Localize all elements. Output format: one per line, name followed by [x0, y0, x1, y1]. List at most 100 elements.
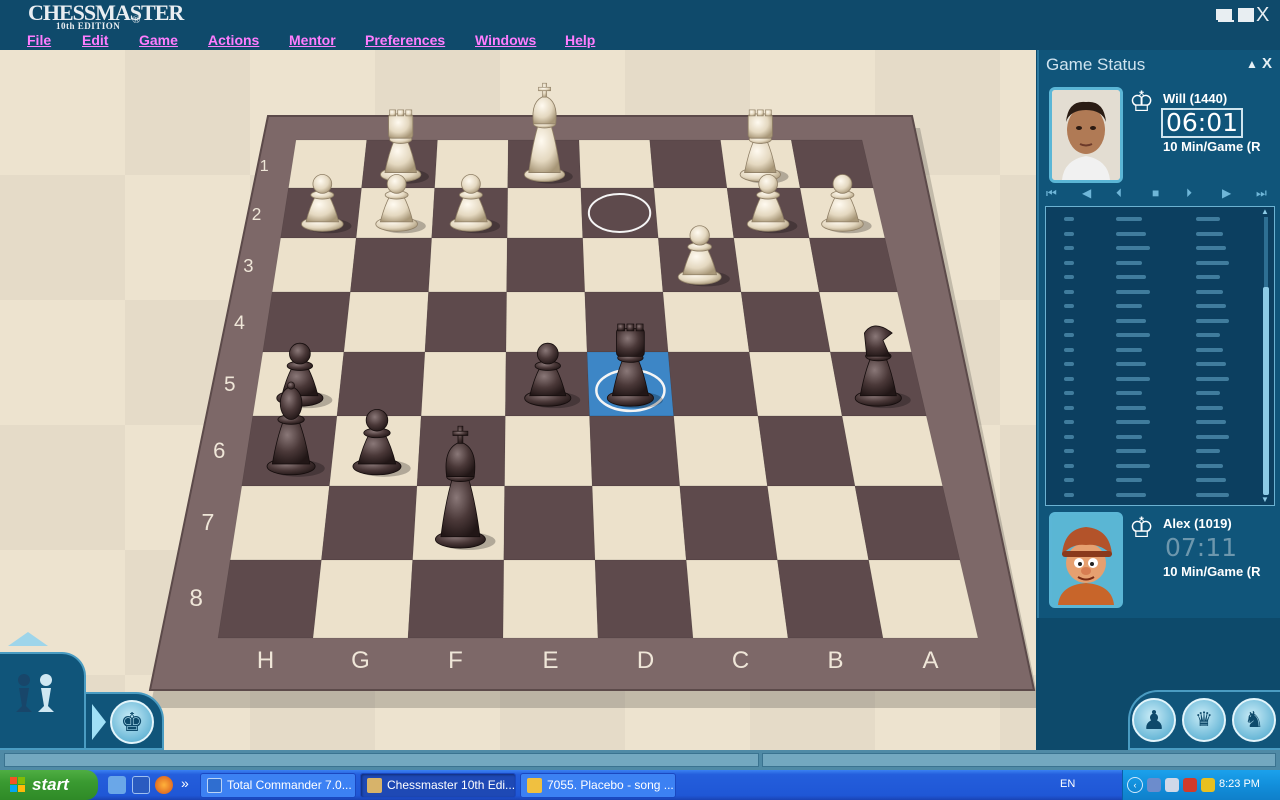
board-square[interactable]	[312, 559, 413, 639]
menu-game[interactable]: Game	[139, 32, 178, 48]
move-row[interactable]	[1046, 460, 1256, 472]
volume-tray-icon[interactable]	[1165, 778, 1179, 792]
move-row[interactable]	[1046, 286, 1256, 298]
board-square[interactable]	[580, 187, 659, 239]
move-row[interactable]	[1046, 242, 1256, 254]
board-square[interactable]	[262, 291, 351, 353]
board-square[interactable]	[685, 559, 789, 639]
step-back-icon[interactable]: ⏴	[1116, 186, 1122, 201]
board-square[interactable]	[420, 351, 507, 417]
pawn-button[interactable]: ♟	[1132, 698, 1176, 742]
menu-mentor[interactable]: Mentor	[289, 32, 336, 48]
menu-windows[interactable]: Windows	[475, 32, 536, 48]
move-row[interactable]	[1046, 344, 1256, 356]
board-square[interactable]	[336, 351, 426, 417]
board-square[interactable]	[767, 485, 869, 561]
board-square[interactable]	[217, 559, 322, 639]
task-total-commander[interactable]: Total Commander 7.0...	[200, 773, 356, 798]
firefox-quicklaunch-icon[interactable]	[155, 776, 173, 794]
menu-actions[interactable]: Actions	[208, 32, 259, 48]
move-row[interactable]	[1046, 271, 1256, 283]
more-quicklaunch-icon[interactable]: »	[181, 775, 189, 791]
board-square[interactable]	[321, 485, 418, 561]
move-row[interactable]	[1046, 257, 1256, 269]
move-row[interactable]	[1046, 358, 1256, 370]
first-move-icon[interactable]: ⏮	[1046, 186, 1057, 201]
step-forward-icon[interactable]: ⏵	[1186, 186, 1192, 201]
network-tray-icon[interactable]	[1147, 778, 1161, 792]
move-row[interactable]	[1046, 474, 1256, 486]
board-square[interactable]	[506, 237, 586, 293]
board-square[interactable]	[428, 237, 508, 293]
scroll-thumb[interactable]	[1263, 287, 1269, 495]
move-row[interactable]	[1046, 402, 1256, 414]
board-square[interactable]	[854, 485, 961, 561]
scroll-down-icon[interactable]: ▼	[1261, 495, 1269, 504]
chess-board[interactable]: 1 2 3 4 5 6 7 8 H G F E D C B A	[0, 50, 1036, 750]
board-square[interactable]	[503, 485, 596, 561]
board-square[interactable]	[343, 291, 429, 353]
move-list[interactable]: ▲ ▼	[1045, 206, 1275, 506]
board-square[interactable]	[790, 139, 874, 189]
menu-edit[interactable]: Edit	[82, 32, 108, 48]
tray-expand-icon[interactable]: ‹	[1127, 777, 1143, 793]
expand-arrow-icon[interactable]	[92, 704, 106, 740]
pieces-button[interactable]: ♞	[1232, 698, 1276, 742]
minimize-button[interactable]	[1216, 8, 1234, 22]
board-square[interactable]	[733, 237, 820, 293]
last-move-icon[interactable]: ⏭	[1256, 186, 1267, 201]
king-mode-button[interactable]: ♚	[110, 700, 154, 744]
move-row[interactable]	[1046, 431, 1256, 443]
board-square[interactable]	[504, 415, 593, 487]
back-move-icon[interactable]: ◀	[1082, 186, 1091, 200]
board-view-button[interactable]: ♛	[1182, 698, 1226, 742]
move-row[interactable]	[1046, 445, 1256, 457]
board-square[interactable]	[589, 415, 681, 487]
board-square[interactable]	[594, 559, 694, 639]
move-row[interactable]	[1046, 416, 1256, 428]
board-square[interactable]	[229, 485, 330, 561]
close-panel-button[interactable]: X	[1262, 55, 1272, 72]
ie-quicklaunch-icon[interactable]	[108, 776, 126, 794]
move-list-scrollbar[interactable]: ▲ ▼	[1258, 207, 1274, 505]
board-square[interactable]	[740, 291, 831, 353]
close-window-button[interactable]: X	[1256, 4, 1269, 27]
forward-move-icon[interactable]: ▶	[1222, 186, 1231, 200]
dock-expand-arrow-icon[interactable]	[8, 632, 48, 646]
save-quicklaunch-icon[interactable]	[132, 776, 150, 794]
move-row[interactable]	[1046, 387, 1256, 399]
board-square[interactable]	[582, 237, 664, 293]
board-square[interactable]	[662, 291, 750, 353]
menu-file[interactable]: File	[27, 32, 51, 48]
winamp-tray-icon[interactable]	[1201, 778, 1215, 792]
scroll-up-icon[interactable]: ▲	[1261, 207, 1269, 216]
move-row[interactable]	[1046, 329, 1256, 341]
board-square[interactable]	[407, 559, 505, 639]
board-square[interactable]	[424, 291, 507, 353]
board-square[interactable]	[271, 237, 357, 293]
move-row[interactable]	[1046, 373, 1256, 385]
board-square[interactable]	[841, 415, 943, 487]
restore-button[interactable]	[1238, 8, 1254, 22]
board-square[interactable]	[868, 559, 979, 639]
board-square[interactable]	[667, 351, 759, 417]
move-row[interactable]	[1046, 315, 1256, 327]
start-button[interactable]: start	[0, 770, 98, 800]
language-indicator[interactable]: EN	[1060, 778, 1075, 790]
board-square[interactable]	[350, 237, 432, 293]
board-square[interactable]	[679, 485, 778, 561]
move-row[interactable]	[1046, 300, 1256, 312]
move-row[interactable]	[1046, 489, 1256, 501]
move-row[interactable]	[1046, 228, 1256, 240]
board-square[interactable]	[777, 559, 884, 639]
board-square[interactable]	[649, 139, 728, 189]
board-square[interactable]	[578, 139, 655, 189]
board-square[interactable]	[673, 415, 768, 487]
board-square[interactable]	[591, 485, 687, 561]
app-tray-icon[interactable]	[1183, 778, 1197, 792]
stop-icon[interactable]: ■	[1152, 186, 1159, 200]
task-placebo-song[interactable]: 7055. Placebo - song ...	[520, 773, 676, 798]
board-square[interactable]	[502, 559, 599, 639]
board-square[interactable]	[757, 415, 856, 487]
board-square[interactable]	[506, 187, 583, 239]
